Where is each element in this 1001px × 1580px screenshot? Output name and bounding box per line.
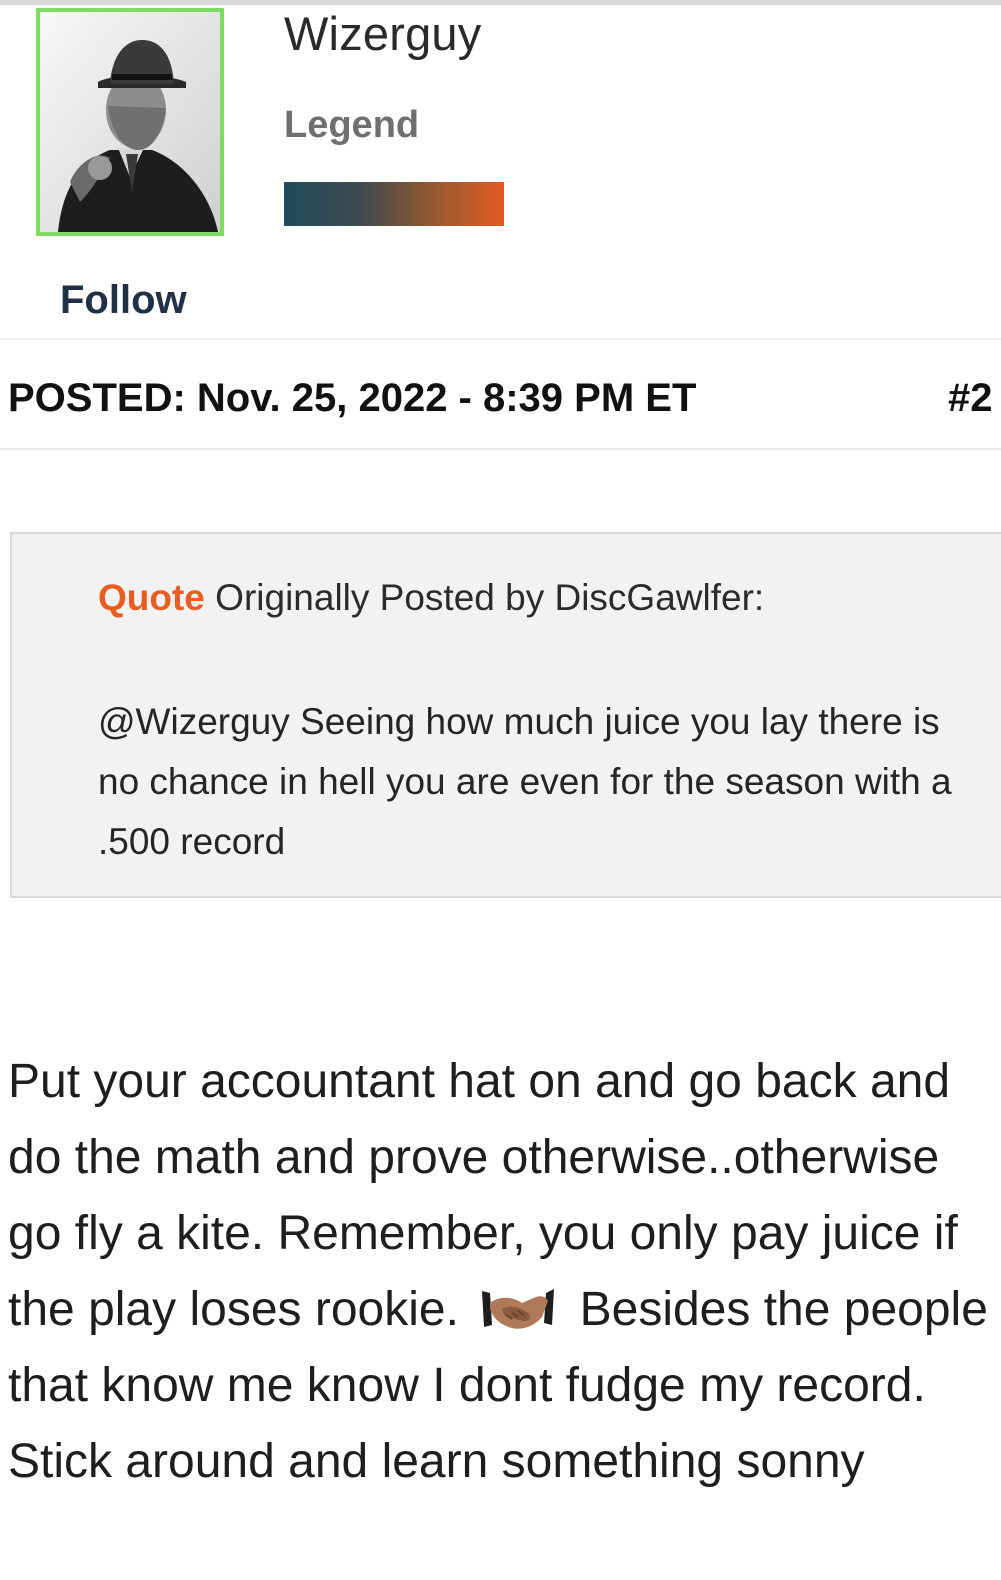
rank-progress-bar xyxy=(284,182,504,226)
avatar[interactable] xyxy=(36,8,224,236)
follow-button[interactable]: Follow xyxy=(60,280,187,320)
quoted-text: @Wizerguy Seeing how much juice you lay … xyxy=(98,701,952,862)
quote-header: Quote Originally Posted by DiscGawlfer: xyxy=(98,576,764,620)
post-timestamp: POSTED: Nov. 25, 2022 - 8:39 PM ET xyxy=(8,376,697,420)
user-avatar-icon xyxy=(40,12,220,232)
quote-attribution: Originally Posted by DiscGawlfer: xyxy=(204,577,765,618)
section-divider xyxy=(0,448,1001,450)
top-divider xyxy=(0,0,1001,5)
quote-block: Quote Originally Posted by DiscGawlfer: … xyxy=(10,532,1001,898)
section-divider xyxy=(0,338,1001,340)
post-body: Put your accountant hat on and go back a… xyxy=(8,1044,993,1500)
username[interactable]: Wizerguy xyxy=(284,10,481,57)
handshake-icon xyxy=(476,1281,560,1337)
quote-label: Quote xyxy=(98,577,205,618)
user-rank: Legend xyxy=(284,104,420,146)
post-number-link[interactable]: #2 xyxy=(948,378,993,418)
